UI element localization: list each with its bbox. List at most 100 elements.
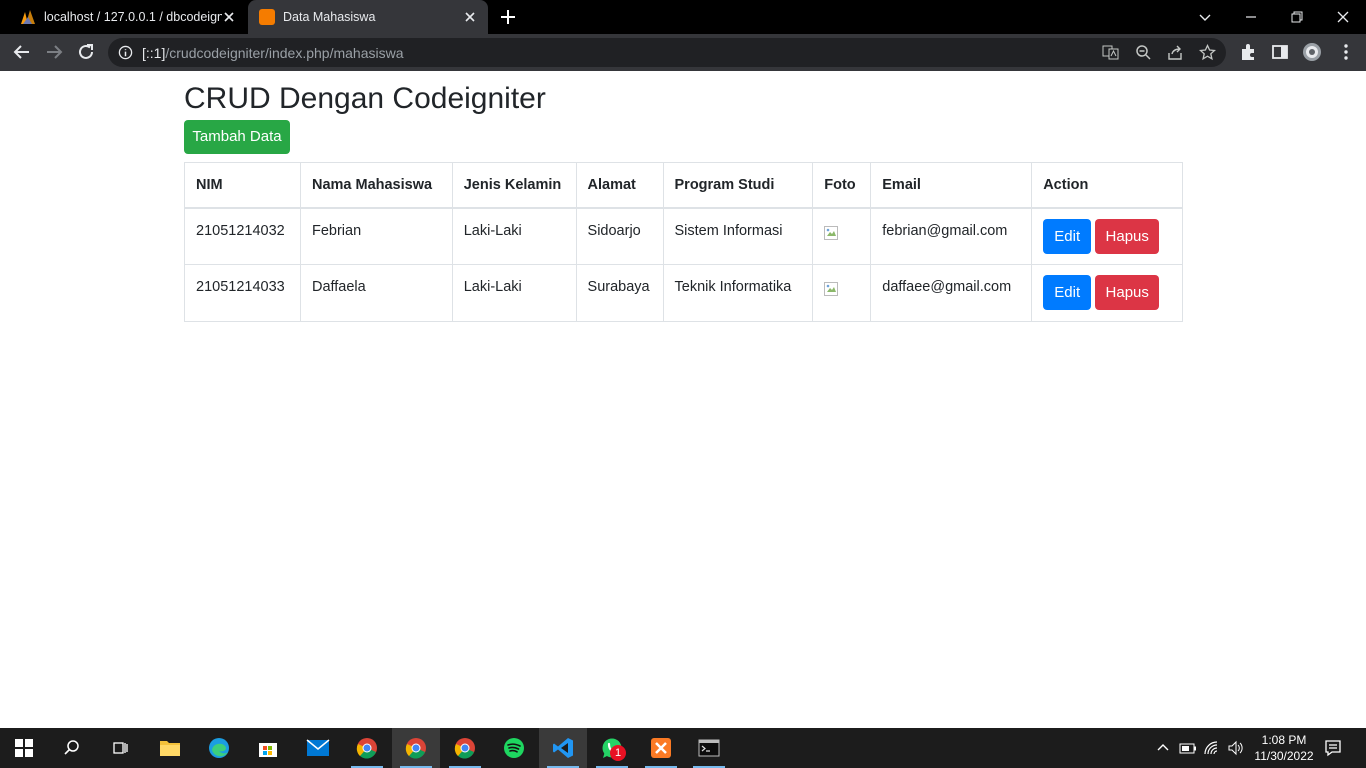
header-foto: Foto <box>812 162 872 209</box>
taskbar-search[interactable] <box>48 728 96 768</box>
cell-actions: Edit Hapus <box>1031 264 1183 322</box>
chrome-profile-1-button[interactable] <box>343 728 391 768</box>
system-tray <box>1155 728 1245 768</box>
cell-nama: Daffaela <box>299 264 453 322</box>
new-tab-icon[interactable] <box>499 8 517 26</box>
cell-alamat: Sidoarjo <box>575 207 664 265</box>
header-action: Action <box>1031 162 1183 209</box>
vscode-icon <box>553 738 573 758</box>
close-tab-icon[interactable] <box>462 9 478 25</box>
extensions-icon[interactable] <box>1238 42 1258 62</box>
cell-program-studi: Sistem Informasi <box>662 207 814 265</box>
browser-toolbar: [::1]/crudcodeigniter/index.php/mahasisw… <box>0 34 1366 71</box>
zoom-icon[interactable] <box>1135 44 1152 61</box>
site-info-icon[interactable] <box>118 45 133 60</box>
store-button[interactable] <box>244 728 292 768</box>
cell-email: febrian@gmail.com <box>870 207 1033 265</box>
close-window-icon[interactable] <box>1333 7 1353 27</box>
menu-dots-icon[interactable] <box>1336 42 1356 62</box>
cell-email: daffaee@gmail.com <box>870 264 1033 322</box>
reload-icon[interactable] <box>76 42 96 62</box>
url-host: [::1] <box>142 45 166 61</box>
cell-jenis-kelamin: Laki-Laki <box>451 207 577 265</box>
tab-title: Data Mahasiswa <box>283 10 376 24</box>
chevron-up-icon[interactable] <box>1155 740 1171 756</box>
xampp-button[interactable] <box>637 728 685 768</box>
header-alamat: Alamat <box>575 162 664 209</box>
start-button[interactable] <box>0 728 48 768</box>
task-view-icon <box>113 742 128 754</box>
profile-avatar-icon[interactable] <box>1302 42 1322 62</box>
cell-alamat: Surabaya <box>575 264 664 322</box>
side-panel-icon[interactable] <box>1270 42 1290 62</box>
vscode-button[interactable] <box>539 728 587 768</box>
header-email: Email <box>870 162 1033 209</box>
windows-logo-icon <box>15 739 33 757</box>
action-center-button[interactable] <box>1310 728 1356 768</box>
tab-data-mahasiswa[interactable]: Data Mahasiswa <box>248 0 488 34</box>
tab-search-icon[interactable] <box>1195 7 1215 27</box>
header-jenis-kelamin: Jenis Kelamin <box>451 162 577 209</box>
minimize-icon[interactable] <box>1241 7 1261 27</box>
add-data-button[interactable]: Tambah Data <box>184 120 290 154</box>
windows-taskbar: 1 1:08 PM 11/30/2022 <box>0 728 1366 768</box>
file-explorer-button[interactable] <box>146 728 194 768</box>
url-text: [::1]/crudcodeigniter/index.php/mahasisw… <box>142 45 404 61</box>
cell-jenis-kelamin: Laki-Laki <box>451 264 577 322</box>
cell-nim: 21051214032 <box>184 207 301 265</box>
address-bar[interactable]: [::1]/crudcodeigniter/index.php/mahasisw… <box>108 38 1226 67</box>
mail-button[interactable] <box>294 728 342 768</box>
mahasiswa-table: NIM Nama Mahasiswa Jenis Kelamin Alamat … <box>184 162 1183 322</box>
table-row: 21051214033 Daffaela Laki-Laki Surabaya … <box>184 264 1183 322</box>
cell-foto <box>812 264 872 322</box>
folder-icon <box>160 741 180 756</box>
phpmyadmin-icon <box>21 10 35 24</box>
cell-program-studi: Teknik Informatika <box>662 264 814 322</box>
url-path: /crudcodeigniter/index.php/mahasiswa <box>165 45 404 61</box>
share-icon[interactable] <box>1167 44 1184 61</box>
browser-tab-strip: localhost / 127.0.0.1 / dbcodeigniter Da… <box>0 0 1366 34</box>
edit-button[interactable]: Edit <box>1043 218 1092 254</box>
notifications-icon <box>1325 740 1341 757</box>
table-row: 21051214032 Febrian Laki-Laki Sidoarjo S… <box>184 207 1183 265</box>
broken-image-icon <box>824 282 839 296</box>
edge-button[interactable] <box>195 728 243 768</box>
bookmark-star-icon[interactable] <box>1199 44 1216 61</box>
header-program-studi: Program Studi <box>662 162 814 209</box>
terminal-icon <box>698 739 720 757</box>
terminal-button[interactable] <box>685 728 733 768</box>
battery-icon[interactable] <box>1179 740 1197 756</box>
restore-icon[interactable] <box>1287 7 1307 27</box>
chrome-profile-3-button[interactable] <box>441 728 489 768</box>
notification-badge: 1 <box>610 745 626 761</box>
edit-button[interactable]: Edit <box>1043 275 1092 310</box>
cell-nim: 21051214033 <box>184 264 301 322</box>
close-tab-icon[interactable] <box>221 9 237 25</box>
broken-image-icon <box>824 225 839 240</box>
delete-button[interactable]: Hapus <box>1095 218 1160 254</box>
forward-icon[interactable] <box>44 42 64 62</box>
spotify-button[interactable] <box>490 728 538 768</box>
whatsapp-button[interactable]: 1 <box>588 728 636 768</box>
table-header-row: NIM Nama Mahasiswa Jenis Kelamin Alamat … <box>184 162 1183 209</box>
spotify-icon <box>504 738 524 758</box>
wifi-icon[interactable] <box>1203 740 1221 756</box>
page-content: CRUD Dengan Codeigniter Tambah Data NIM … <box>0 71 1366 728</box>
mail-icon <box>306 739 330 756</box>
delete-button[interactable]: Hapus <box>1095 275 1160 310</box>
task-view-button[interactable] <box>96 728 144 768</box>
store-icon <box>259 743 277 757</box>
xampp-icon <box>259 9 275 25</box>
header-nim: NIM <box>184 162 301 209</box>
xampp-icon <box>651 738 671 758</box>
cell-nama: Febrian <box>299 207 453 265</box>
chrome-icon <box>454 738 475 759</box>
volume-icon[interactable] <box>1227 740 1245 756</box>
translate-icon[interactable] <box>1102 44 1119 61</box>
chrome-profile-2-button[interactable] <box>392 728 440 768</box>
header-nama: Nama Mahasiswa <box>299 162 453 209</box>
page-title: CRUD Dengan Codeigniter <box>184 82 546 115</box>
tab-phpmyadmin[interactable]: localhost / 127.0.0.1 / dbcodeigniter <box>0 0 247 34</box>
cell-foto <box>812 207 872 265</box>
back-icon[interactable] <box>12 42 32 62</box>
